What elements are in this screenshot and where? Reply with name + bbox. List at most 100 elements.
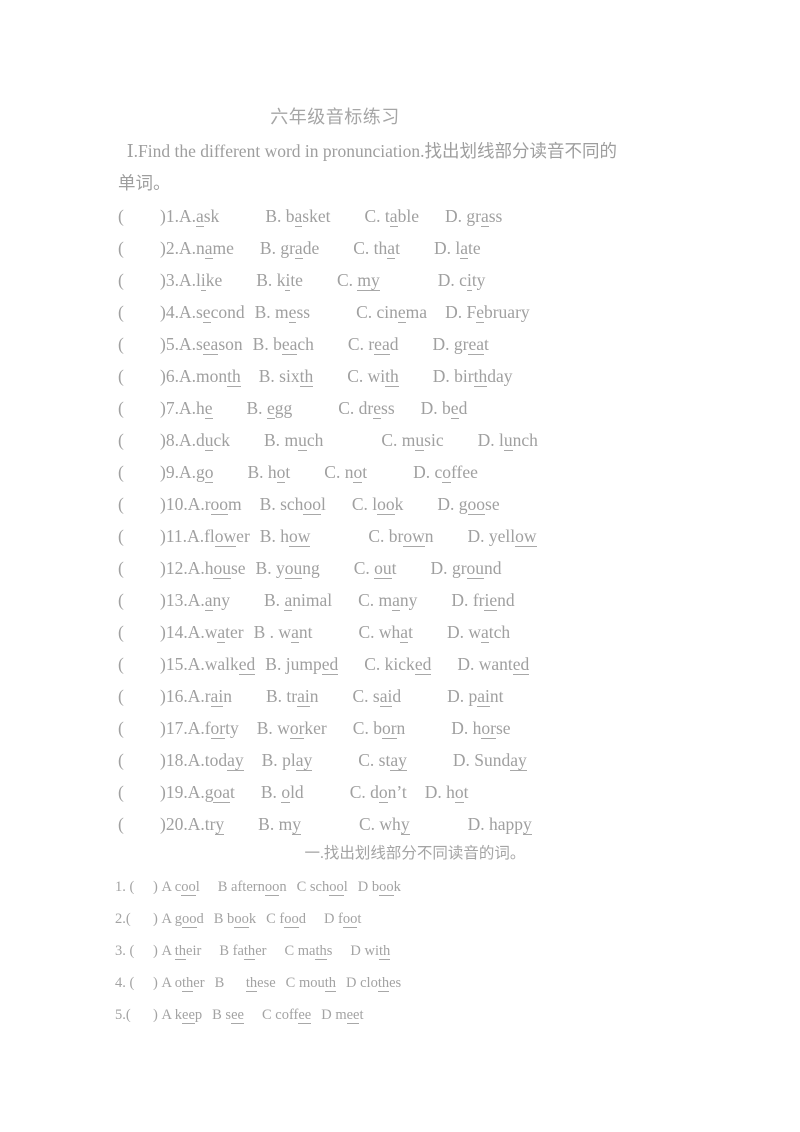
option-letter-b: B. (258, 366, 280, 386)
underlined-sound: oo (182, 911, 197, 928)
option-letter-c: C. (358, 814, 380, 834)
option-word-d: city (459, 270, 486, 291)
option-word-d: Sunday (474, 750, 527, 771)
answer-blank[interactable]: 4. ( (115, 967, 153, 999)
option-word-a: he (195, 398, 213, 419)
option-word-d: bed (442, 398, 468, 419)
answer-blank[interactable]: ( (118, 648, 160, 680)
answer-blank[interactable]: ( (118, 680, 160, 712)
option-letter-a: A. (187, 654, 205, 674)
underlined-sound: o (378, 782, 388, 803)
underlined-sound: ie (484, 590, 498, 611)
answer-blank[interactable]: 5.( (115, 999, 153, 1031)
option-letter-d: D. (424, 782, 447, 802)
option-word-a: month (195, 366, 241, 387)
option-word-a: duck (195, 430, 230, 451)
option-letter-c: C. (338, 398, 359, 418)
option-letter-d: D. (457, 654, 479, 674)
answer-blank[interactable]: ( (118, 520, 160, 552)
option-word-a: goat (204, 782, 235, 803)
underlined-sound: o (276, 462, 286, 483)
answer-blank[interactable]: ( (118, 744, 160, 776)
option-word-b: kite (276, 270, 303, 291)
underlined-sound: oo (181, 879, 196, 896)
question-number: 4. (165, 302, 179, 322)
option-word-a: A keep (161, 1007, 203, 1024)
question-row: 1. () A cool B afternoon C school D book (115, 871, 735, 903)
underlined-sound: a (387, 238, 396, 259)
question-list-section-1: ()1.A.ask B. basket C. table D. grass()2.A.… (118, 200, 718, 840)
option-letter-c: C. (364, 654, 385, 674)
question-row: ()19.A.goat B. old C. don’t D. hot (118, 776, 718, 808)
option-letter-c: C. (351, 494, 373, 514)
underlined-sound: oo (379, 879, 394, 896)
answer-blank[interactable]: ( (118, 456, 160, 488)
answer-blank[interactable]: 1. ( (115, 871, 153, 903)
option-letter-b: B. (254, 302, 276, 322)
option-word-d: horse (472, 718, 511, 739)
answer-blank[interactable]: ( (118, 584, 160, 616)
question-row: ()16.A.rain B. train C. said D. paint (118, 680, 718, 712)
section-2-title: 一.找出划线部分不同读音的词。 (304, 845, 526, 862)
underlined-sound: a (284, 590, 293, 611)
option-word-d: D clothes (346, 975, 402, 992)
underlined-sound: oo (329, 879, 344, 896)
option-word-b: my (278, 814, 301, 835)
option-word-a: A good (161, 911, 204, 928)
option-letter-a: A. (187, 750, 205, 770)
question-row: ()5.A.season B. beach C. read D. great (118, 328, 718, 360)
underlined-sound: e (204, 398, 213, 419)
answer-blank[interactable]: ( (118, 200, 160, 232)
answer-blank[interactable]: ( (118, 232, 160, 264)
underlined-sound: a (480, 622, 489, 643)
option-word-c: don’t (370, 782, 407, 803)
answer-blank[interactable]: 3. ( (115, 935, 153, 967)
underlined-sound: or (210, 718, 226, 739)
section-1-instruction: Ⅰ.Find the different word in pronunciati… (118, 135, 688, 199)
answer-blank[interactable]: ( (118, 488, 160, 520)
option-letter-b: B. (259, 526, 281, 546)
option-letter-b: B. (259, 494, 281, 514)
underlined-sound: y (292, 814, 301, 835)
underlined-sound: ea (468, 334, 484, 355)
underlined-sound: u (415, 430, 425, 451)
option-letter-c: C. (352, 718, 374, 738)
option-word-c: my (357, 264, 380, 296)
option-letter-a: A. (178, 366, 196, 386)
answer-blank[interactable]: ( (118, 296, 160, 328)
question-row: ()17.A.forty B. worker C. born D. horse (118, 712, 718, 744)
option-word-b: B see (212, 1007, 244, 1024)
underlined-sound: oo (303, 494, 321, 515)
answer-blank[interactable]: ( (118, 776, 160, 808)
option-letter-c: C. (349, 782, 371, 802)
question-number: 14. (165, 622, 188, 642)
option-word-b: basket (285, 206, 331, 227)
option-letter-a: A. (187, 526, 205, 546)
answer-blank[interactable]: ( (118, 808, 160, 840)
answer-blank[interactable]: ( (118, 360, 160, 392)
question-number: 15. (165, 654, 188, 674)
underlined-sound: ow (515, 526, 537, 547)
question-row: ()12.A.house B. young C. out D. ground (118, 552, 718, 584)
underlined-sound: a (217, 622, 226, 643)
underlined-sound: ed (321, 654, 339, 675)
answer-blank[interactable]: ( (118, 392, 160, 424)
answer-blank[interactable]: ( (118, 616, 160, 648)
underlined-sound: oo (210, 494, 229, 515)
answer-blank[interactable]: ( (118, 328, 160, 360)
answer-blank[interactable]: ( (118, 712, 160, 744)
option-word-b: old (281, 782, 304, 803)
underlined-sound: ed (414, 654, 432, 675)
option-letter-b: B. (247, 462, 268, 482)
question-row: 3. () A their B father C maths D with (115, 935, 735, 967)
question-row: ()7.A.he B. egg C. dress D. bed (118, 392, 718, 424)
question-row: ()8.A.duck B. much C. music D. lunch (118, 424, 718, 456)
answer-blank[interactable]: ( (118, 264, 160, 296)
answer-blank[interactable]: ( (118, 424, 160, 456)
option-letter-d: D. (477, 430, 499, 450)
answer-blank[interactable]: ( (118, 552, 160, 584)
option-letter-b: B. (246, 398, 267, 418)
answer-blank[interactable]: 2.( (115, 903, 153, 935)
option-letter-a: A. (178, 462, 196, 482)
option-letter-c: C. (358, 590, 379, 610)
